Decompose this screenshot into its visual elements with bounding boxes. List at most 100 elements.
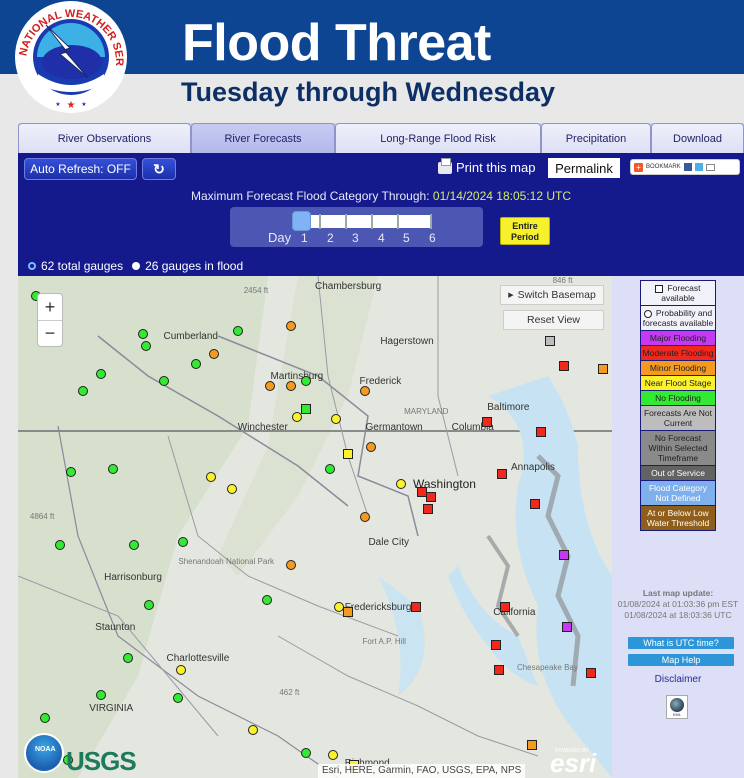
gauge-marker-near-flood-stage[interactable] xyxy=(247,725,258,736)
gauge-marker-moderate-flooding[interactable] xyxy=(497,469,508,480)
gauge-marker-no-flooding[interactable] xyxy=(137,328,148,339)
legend-item-moderate-flooding: Moderate Flooding xyxy=(641,346,715,360)
place-label: Dale City xyxy=(368,537,410,549)
gauge-counts: 62 total gauges 26 gauges in flood xyxy=(28,259,243,273)
zoom-out-button[interactable]: − xyxy=(38,320,62,346)
gauge-marker-moderate-flooding[interactable] xyxy=(482,416,493,427)
legend-item-out-of-service: Out of Service xyxy=(641,466,715,480)
reset-view-button[interactable]: Reset View xyxy=(503,310,604,330)
flood-map-app: River Observations River Forecasts Long-… xyxy=(18,123,744,778)
gauge-marker-near-flood-stage[interactable] xyxy=(330,414,341,425)
gauge-marker-no-flooding[interactable] xyxy=(128,539,139,550)
nws-logo[interactable]: ★ ★ ★ NATIONAL WEATHER SERVICE xyxy=(12,0,130,114)
gauge-marker-no-flooding[interactable] xyxy=(232,326,243,337)
tab-river-forecasts[interactable]: River Forecasts xyxy=(191,123,335,153)
switch-basemap-label: Switch Basemap xyxy=(517,289,596,301)
tab-precipitation[interactable]: Precipitation xyxy=(541,123,651,153)
usgs-logo[interactable]: USGS xyxy=(66,746,137,777)
gauge-marker-near-flood-stage[interactable] xyxy=(206,471,217,482)
gauge-marker-moderate-flooding[interactable] xyxy=(500,602,511,613)
day-tick-label: 4 xyxy=(378,231,385,245)
legend-item-label: Flood Category Not Defined xyxy=(648,483,708,503)
gauge-marker-moderate-flooding[interactable] xyxy=(425,491,436,502)
email-icon[interactable] xyxy=(705,163,715,171)
svg-text:★: ★ xyxy=(55,101,60,108)
tab-long-range-flood-risk[interactable]: Long-Range Flood Risk xyxy=(335,123,541,153)
place-label: Harrisonburg xyxy=(104,572,162,584)
square-symbol-icon xyxy=(655,284,664,293)
gauge-marker-minor-flooding[interactable] xyxy=(342,607,353,618)
tab-river-observations[interactable]: River Observations xyxy=(18,123,191,153)
gauge-marker-moderate-flooding[interactable] xyxy=(494,665,505,676)
day-slider-track[interactable] xyxy=(294,214,432,229)
legend-item-label: No Forecast Within Selected Timeframe xyxy=(648,433,708,463)
map-canvas[interactable]: Chambersburg 2454 ft 846 ft Cumberland Hager… xyxy=(18,276,612,778)
gauge-marker-no-flooding[interactable] xyxy=(158,376,169,387)
legend-item-near-flood-stage: Near Flood Stage xyxy=(641,376,715,390)
gauge-marker-moderate-flooding[interactable] xyxy=(529,499,540,510)
noaa-label: NOAA xyxy=(35,746,56,753)
gauge-marker-moderate-flooding[interactable] xyxy=(410,602,421,613)
place-label: Shenandoah National Park xyxy=(178,557,274,567)
gauge-marker-minor-flooding[interactable] xyxy=(286,559,297,570)
page-subtitle: Tuesday through Wednesday xyxy=(181,77,556,107)
total-gauges-icon xyxy=(28,262,36,270)
kml-download-icon[interactable]: KML xyxy=(666,695,688,719)
utc-time-help-button[interactable]: What is UTC time? xyxy=(628,637,734,649)
facebook-icon[interactable] xyxy=(683,163,692,171)
refresh-button[interactable]: ↻ xyxy=(142,158,176,180)
gauge-marker-moderate-flooding[interactable] xyxy=(535,426,546,437)
gauge-marker-no-flooding[interactable] xyxy=(301,747,312,758)
gauge-marker-minor-flooding[interactable] xyxy=(598,363,609,374)
gauge-marker-moderate-flooding[interactable] xyxy=(422,504,433,515)
place-label: 4864 ft xyxy=(29,511,55,521)
slider-tick xyxy=(345,214,347,229)
auto-refresh-button[interactable]: Auto Refresh: OFF xyxy=(24,158,137,180)
gauge-marker-moderate-flooding[interactable] xyxy=(586,667,597,678)
zoom-in-button[interactable]: + xyxy=(38,294,62,320)
day-slider[interactable]: Day 1 2 3 4 5 6 xyxy=(230,207,483,247)
print-map-link[interactable]: Print this map xyxy=(438,157,535,175)
flood-category-legend: Forecast available Probability and foreca… xyxy=(640,280,716,531)
gauge-marker-near-flood-stage[interactable] xyxy=(342,449,353,460)
bookmark-widget[interactable]: + BOOKMARK xyxy=(630,159,740,175)
last-update-info: Last map update: 01/08/2024 at 01:03:36 … xyxy=(612,588,744,621)
gauge-marker-moderate-flooding[interactable] xyxy=(491,639,502,650)
esri-logo[interactable]: esri xyxy=(550,748,596,778)
twitter-icon[interactable] xyxy=(694,163,703,171)
last-update-local: 01/08/2024 at 01:03:36 pm EST xyxy=(617,599,739,609)
svg-text:★: ★ xyxy=(67,100,76,111)
gauge-marker-major-flooding[interactable] xyxy=(559,549,570,560)
noaa-logo[interactable]: NOAA xyxy=(24,733,64,773)
map-help-button[interactable]: Map Help xyxy=(628,654,734,666)
gauge-marker-no-flooding[interactable] xyxy=(122,652,133,663)
gauge-marker-no-flooding[interactable] xyxy=(39,712,50,723)
entire-period-button[interactable]: Entire Period xyxy=(500,217,550,245)
switch-basemap-button[interactable]: ▶ Switch Basemap xyxy=(500,285,604,305)
tab-download[interactable]: Download xyxy=(651,123,744,153)
gauge-marker-no-flooding[interactable] xyxy=(96,368,107,379)
gauge-marker-moderate-flooding[interactable] xyxy=(559,361,570,372)
legend-item-label: Out of Service xyxy=(651,468,705,478)
last-update-label: Last map update: xyxy=(642,588,714,598)
gauge-marker-forecasts-not-current[interactable] xyxy=(544,336,555,347)
gauge-marker-minor-flooding[interactable] xyxy=(526,740,537,751)
gauge-marker-no-flooding[interactable] xyxy=(140,341,151,352)
legend-item-forecast-available: Forecast available xyxy=(641,281,715,305)
place-label: Germantown xyxy=(365,421,423,433)
slider-tick xyxy=(319,214,321,229)
gauge-marker-major-flooding[interactable] xyxy=(562,622,573,633)
permalink-button[interactable]: Permalink xyxy=(548,158,620,178)
legend-item-label: Major Flooding xyxy=(649,333,707,343)
legend-item-probability: Probability and forecasts available xyxy=(641,306,715,330)
gauge-marker-minor-flooding[interactable] xyxy=(209,348,220,359)
gauge-marker-no-flooding[interactable] xyxy=(191,358,202,369)
gauge-marker-no-flooding[interactable] xyxy=(54,539,65,550)
day-slider-thumb[interactable] xyxy=(292,211,311,231)
gauge-marker-no-flooding[interactable] xyxy=(143,599,154,610)
disclaimer-link[interactable]: Disclaimer xyxy=(612,674,744,685)
gauge-marker-near-flood-stage[interactable] xyxy=(292,411,303,422)
legend-item-no-forecast: No Forecast Within Selected Timeframe xyxy=(641,431,715,465)
gauge-marker-no-flooding[interactable] xyxy=(301,404,312,415)
control-bar: Auto Refresh: OFF ↻ Print this map Perma… xyxy=(18,153,744,276)
